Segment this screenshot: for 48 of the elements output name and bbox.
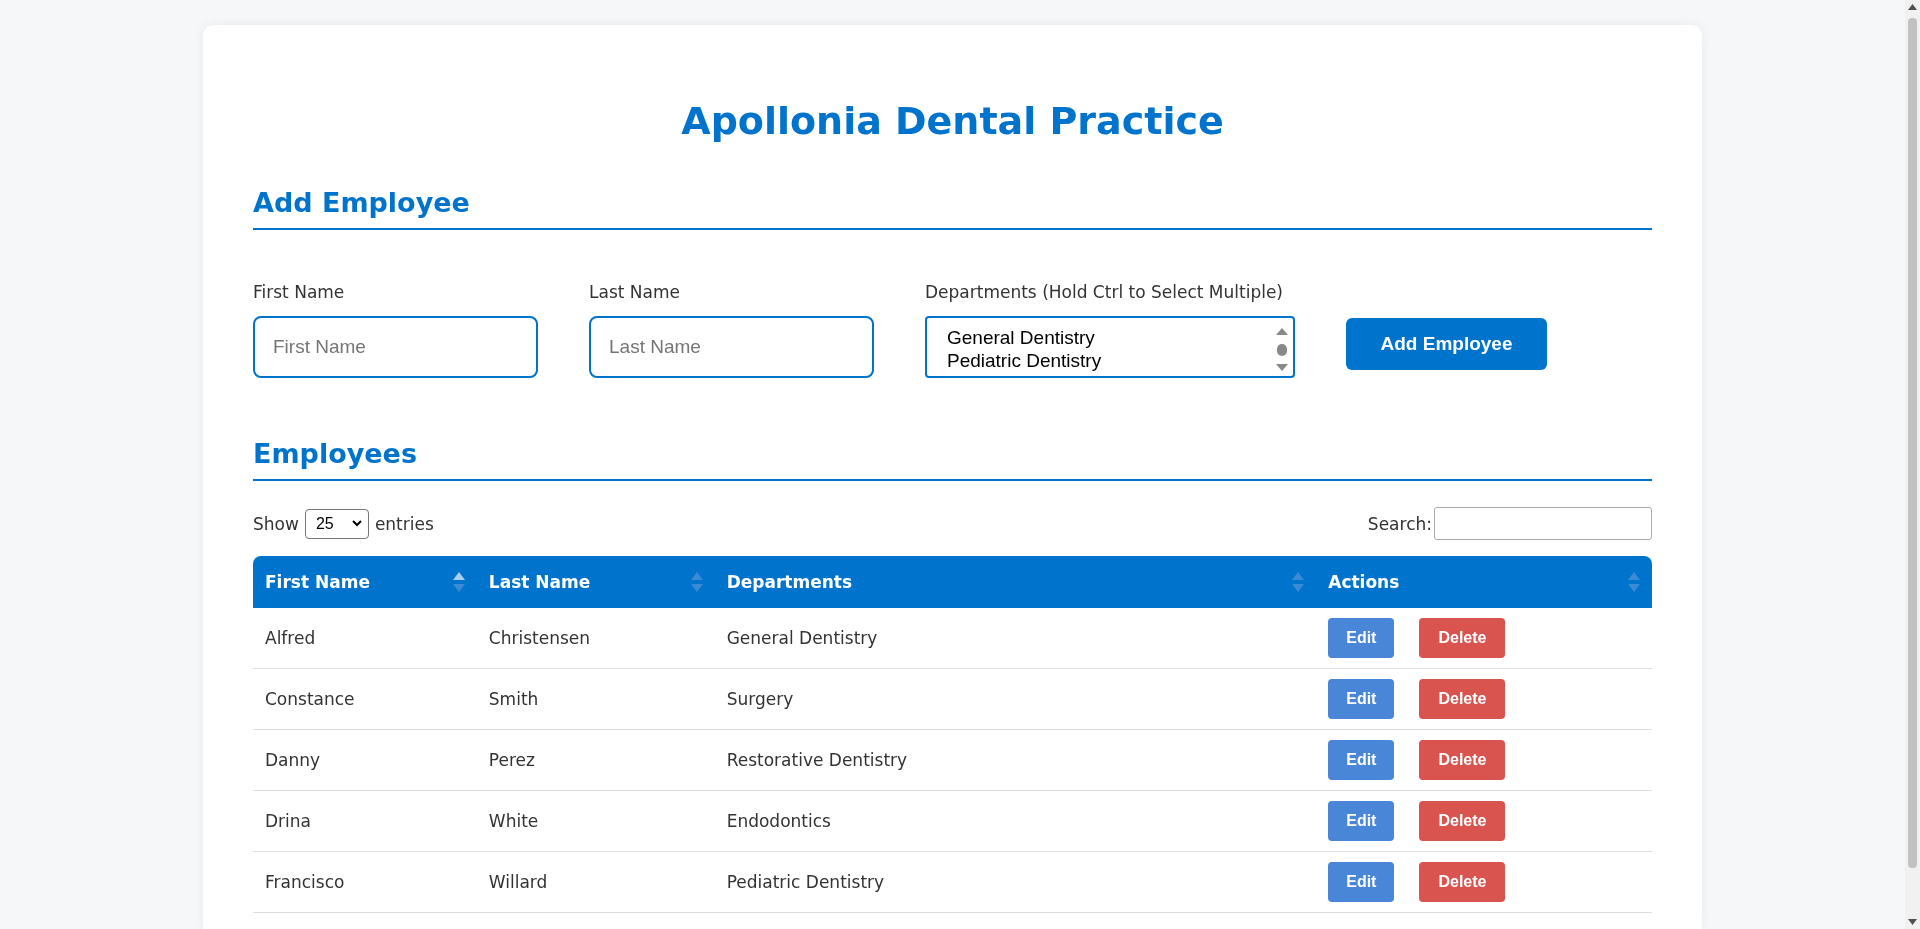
delete-button[interactable]: Delete	[1419, 679, 1506, 719]
add-employee-button[interactable]: Add Employee	[1346, 318, 1547, 370]
delete-button[interactable]: Delete	[1419, 862, 1506, 902]
section-heading: Add Employee	[253, 187, 1652, 230]
table-cell: Alfred	[253, 608, 477, 669]
table-cell: Restorative Dentistry	[714, 729, 1317, 791]
column-header[interactable]: Actions	[1316, 556, 1652, 608]
show-label: Show	[253, 513, 299, 534]
page-scrollbar[interactable]	[1905, 0, 1920, 929]
department-listbox[interactable]: General Dentistry Pediatric Dentistry	[925, 316, 1295, 378]
edit-button[interactable]: Edit	[1328, 801, 1395, 841]
input-field[interactable]: Last Name	[589, 316, 874, 378]
table-cell: Willard	[476, 851, 715, 913]
input-field[interactable]: First Name	[253, 316, 538, 378]
section-heading: Employees	[253, 438, 1652, 481]
edit-button[interactable]: Edit	[1328, 618, 1395, 658]
caret-icon	[351, 520, 362, 527]
search-label: Search:	[1367, 513, 1432, 534]
delete-button[interactable]: Delete	[1419, 740, 1506, 780]
table-cell: White	[476, 790, 715, 852]
table-cell: General Dentistry	[714, 608, 1317, 669]
table-cell: Pediatric Dentistry	[714, 851, 1317, 913]
table-cell: Constance	[253, 668, 477, 730]
edit-button[interactable]: Edit	[1328, 862, 1395, 902]
table-cell: Francisco	[253, 851, 477, 913]
column-header[interactable]: Departments	[714, 556, 1317, 608]
table-cell: Danny	[253, 729, 477, 791]
table-cell: Smith	[476, 668, 715, 730]
search-field[interactable]	[1434, 507, 1652, 540]
page-size-select[interactable]: 25	[304, 508, 369, 539]
table-cell: Endodontics	[714, 790, 1317, 852]
field-label: First Name	[253, 282, 346, 302]
delete-button[interactable]: Delete	[1419, 801, 1506, 841]
table-cell: Perez	[476, 729, 715, 791]
table-cell: Christensen	[476, 608, 715, 669]
edit-button[interactable]: Edit	[1328, 679, 1395, 719]
field-label: Last Name	[589, 282, 681, 302]
listbox-option[interactable]: Pediatric Dentistry	[947, 349, 1275, 372]
entries-label: entries	[374, 513, 434, 534]
column-header[interactable]: First Name	[253, 556, 477, 608]
table-cell: Surgery	[714, 668, 1317, 730]
page-title: Apollonia Dental Practice	[680, 99, 1225, 143]
edit-button[interactable]: Edit	[1328, 740, 1395, 780]
delete-button[interactable]: Delete	[1419, 618, 1506, 658]
table-cell: Drina	[253, 790, 477, 852]
listbox-option[interactable]: General Dentistry	[947, 326, 1275, 349]
column-header[interactable]: Last Name	[476, 556, 715, 608]
field-label: Departments (Hold Ctrl to Select Multiple)	[925, 282, 1284, 302]
